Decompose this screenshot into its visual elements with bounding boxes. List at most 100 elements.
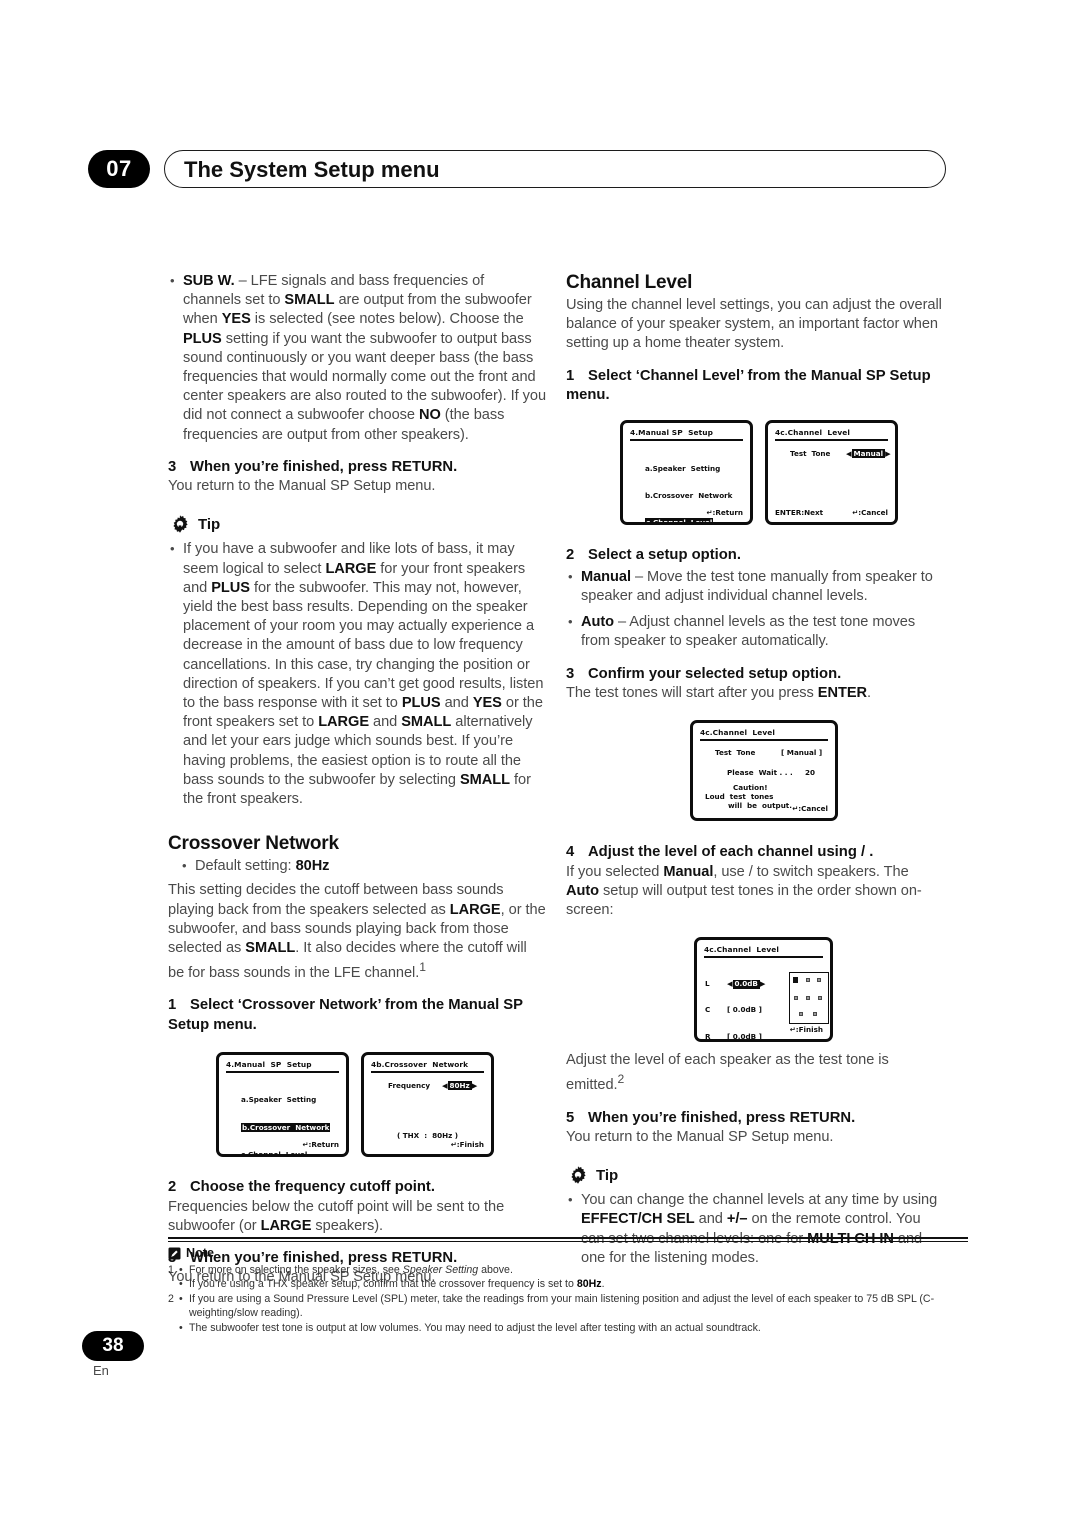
setup-option-name: Auto xyxy=(581,614,615,631)
osd-title: 4c.Channel Level xyxy=(775,428,851,438)
step-number: 5 xyxy=(566,1109,575,1126)
listener-icon xyxy=(806,996,810,1001)
step-title: Choose the frequency cutoff point. xyxy=(190,1179,435,1196)
osd-divider xyxy=(704,956,823,958)
osd-thx-note: ( THX : 80Hz ) xyxy=(396,1131,459,1141)
right-arrow-icon: ▶ xyxy=(759,978,766,988)
page-number-badge: 38 xyxy=(82,1331,144,1361)
step-title: When you’re finished, press RETURN. xyxy=(190,458,458,475)
tip-bullet-list-left: If you have a subwoofer and like lots of… xyxy=(168,539,546,809)
osd-footer-finish: ↵:Finish xyxy=(450,1140,484,1150)
note-text: For more on selecting the speaker sizes,… xyxy=(189,1264,513,1276)
osd-caution-line-1: Loud test tones xyxy=(705,792,774,802)
step-title: Confirm your selected setup option. xyxy=(588,665,842,682)
note-text: If you are using a Sound Pressure Level … xyxy=(189,1292,935,1320)
osd-divider xyxy=(700,739,828,741)
osd-footer-cancel: ↵:Cancel xyxy=(792,804,828,814)
osd-menu-item[interactable]: b.Crossover Network xyxy=(645,491,732,500)
osd-menu-item[interactable]: c.Channel Level xyxy=(241,1150,330,1154)
osd-frequency-label: Frequency xyxy=(388,1081,431,1091)
note-index: 2 xyxy=(168,1292,174,1305)
channel-step-2-heading: 2 Select a setup option. xyxy=(566,546,944,565)
channel-step-1-heading: 1 Select ‘Channel Level’ from the Manual … xyxy=(566,367,944,406)
osd-menu-item[interactable]: a.Speaker Setting xyxy=(645,464,732,473)
crossover-network-heading: Crossover Network xyxy=(168,833,339,855)
osd-wait-countdown: 20 xyxy=(805,768,816,778)
notes-header: Note xyxy=(168,1246,968,1260)
setup-option-name: Manual xyxy=(581,568,631,585)
tip-header-left: Tip xyxy=(170,514,546,534)
step-number: 1 xyxy=(168,997,177,1014)
note-bullet-icon: • xyxy=(179,1278,183,1291)
osd-footer-enter-next: ENTER:Next xyxy=(775,508,824,518)
crossover-step-2-body: Frequencies below the cutoff point will … xyxy=(168,1198,505,1234)
gear-icon xyxy=(173,515,188,534)
notes-rule-thin xyxy=(168,1241,968,1242)
tip-bullet: If you have a subwoofer and like lots of… xyxy=(168,539,546,809)
note-item: 2 • If you are using a Sound Pressure Le… xyxy=(168,1292,968,1321)
channel-level-heading: Channel Level xyxy=(566,272,693,293)
osd-channel-row[interactable]: [ 0.0dB ] xyxy=(727,1032,765,1040)
note-text: The subwoofer test tone is output at low… xyxy=(189,1321,761,1334)
osd-test-tone-control[interactable]: ◀ Manual ▶ xyxy=(846,449,891,459)
osd-divider xyxy=(775,439,888,441)
step-title: When you’re finished, press RETURN. xyxy=(588,1109,856,1126)
right-arrow-icon: ▶ xyxy=(885,449,891,459)
osd-channel-row-selected[interactable]: ◀ 0.0dB ▶ xyxy=(727,978,766,989)
osd-channel-row[interactable]: [ 0.0dB ] xyxy=(727,1005,765,1015)
osd-frequency-value: 80Hz xyxy=(447,1081,472,1091)
gear-icon xyxy=(571,1166,586,1184)
osd-footer-return: ↵:Return xyxy=(706,508,743,518)
channel-step-5-heading: 5 When you’re finished, press RETURN. xyxy=(566,1109,944,1128)
tip-header-right: Tip xyxy=(568,1165,944,1185)
document-page: 07 The System Setup menu SUB W. – LFE si… xyxy=(0,0,1080,1528)
speaker-icon-surround-left xyxy=(794,996,798,1001)
osd-title: 4c.Channel Level xyxy=(700,728,776,738)
page-language-label: En xyxy=(93,1363,109,1378)
osd-manual-sp-setup-crossover: 4.Manual SP Setup a.Speaker Setting b.Cr… xyxy=(216,1052,349,1158)
subw-bullet: SUB W. – LFE signals and bass frequencie… xyxy=(168,271,547,445)
osd-title: 4b.Crossover Network xyxy=(371,1060,469,1070)
channel-step-4-heading: 4 Adjust the level of each channel using … xyxy=(566,843,944,862)
pencil-icon xyxy=(168,1247,181,1259)
osd-divider xyxy=(630,439,743,441)
crossover-intro: This setting decides the cutoff between … xyxy=(168,882,546,982)
right-column: Channel Level Using the channel level se… xyxy=(566,272,944,1268)
channel-step-3-heading: 3 Confirm your selected setup option. xyxy=(566,665,944,684)
osd-channel-level-test-tone: 4c.Channel Level Test Tone ◀ Manual ▶ ENTE… xyxy=(765,420,898,526)
step-number: 4 xyxy=(566,844,575,861)
osd-wait-row: 4c.Channel Level Test Tone [ Manual ] Pl… xyxy=(566,715,944,830)
subw-bullet-text: SUB W. – LFE signals and bass frequencie… xyxy=(183,273,547,443)
tip-label: Tip xyxy=(596,1166,619,1184)
osd-frequency-control[interactable]: ◀ 80Hz ▶ xyxy=(442,1081,478,1091)
crossover-default-bullet: Default setting: 80Hz xyxy=(180,856,546,876)
channel-step-4-body: If you selected Manual, use / to switch … xyxy=(566,863,922,919)
osd-please-wait-text: Please Wait . . . xyxy=(727,768,793,778)
note-item: 1 • For more on selecting the speaker si… xyxy=(168,1263,968,1277)
speaker-icon-right xyxy=(817,978,821,983)
notes-section: Note 1 • For more on selecting the speak… xyxy=(168,1237,968,1335)
channel-level-intro: Using the channel level settings, you ca… xyxy=(566,297,942,352)
osd-menu-item[interactable]: a.Speaker Setting xyxy=(241,1095,330,1104)
step-title: Adjust the level of each channel using /… xyxy=(588,844,874,861)
left-column: SUB W. – LFE signals and bass frequencie… xyxy=(168,271,547,1288)
osd-divider xyxy=(371,1071,484,1073)
osd-test-tone-label: Test Tone xyxy=(715,748,756,758)
tip-label: Tip xyxy=(198,515,221,533)
step-title: Select ‘Channel Level’ from the Manual S… xyxy=(566,367,931,404)
speaker-icon-center xyxy=(806,978,810,983)
osd-footer-cancel: ↵:Cancel xyxy=(852,508,888,518)
osd-pair-crossover: 4.Manual SP Setup a.Speaker Setting b.Cr… xyxy=(168,1047,546,1165)
osd-test-tone-value: [ Manual ] xyxy=(781,748,823,758)
osd-title: 4c.Channel Level xyxy=(704,945,780,955)
osd-crossover-network: 4b.Crossover Network Frequency ◀ 80Hz ▶ ( … xyxy=(361,1052,494,1158)
osd-footer-finish: ↵:Finish xyxy=(789,1025,823,1035)
osd-menu-item-highlighted[interactable]: b.Crossover Network xyxy=(241,1122,331,1132)
setup-option-manual: Manual – Move the test tone manually fro… xyxy=(566,567,944,606)
right-arrow-icon: ▶ xyxy=(471,1081,478,1091)
osd-title: 4.Manual SP Setup xyxy=(630,428,714,438)
tip-bullet-text: If you have a subwoofer and like lots of… xyxy=(183,541,544,808)
crossover-step-1-heading: 1 Select ‘Crossover Network’ from the Man… xyxy=(168,996,546,1035)
osd-menu-item-highlighted[interactable]: c.Channel Level xyxy=(645,518,732,523)
osd-channel-value: 0.0dB xyxy=(732,978,760,989)
